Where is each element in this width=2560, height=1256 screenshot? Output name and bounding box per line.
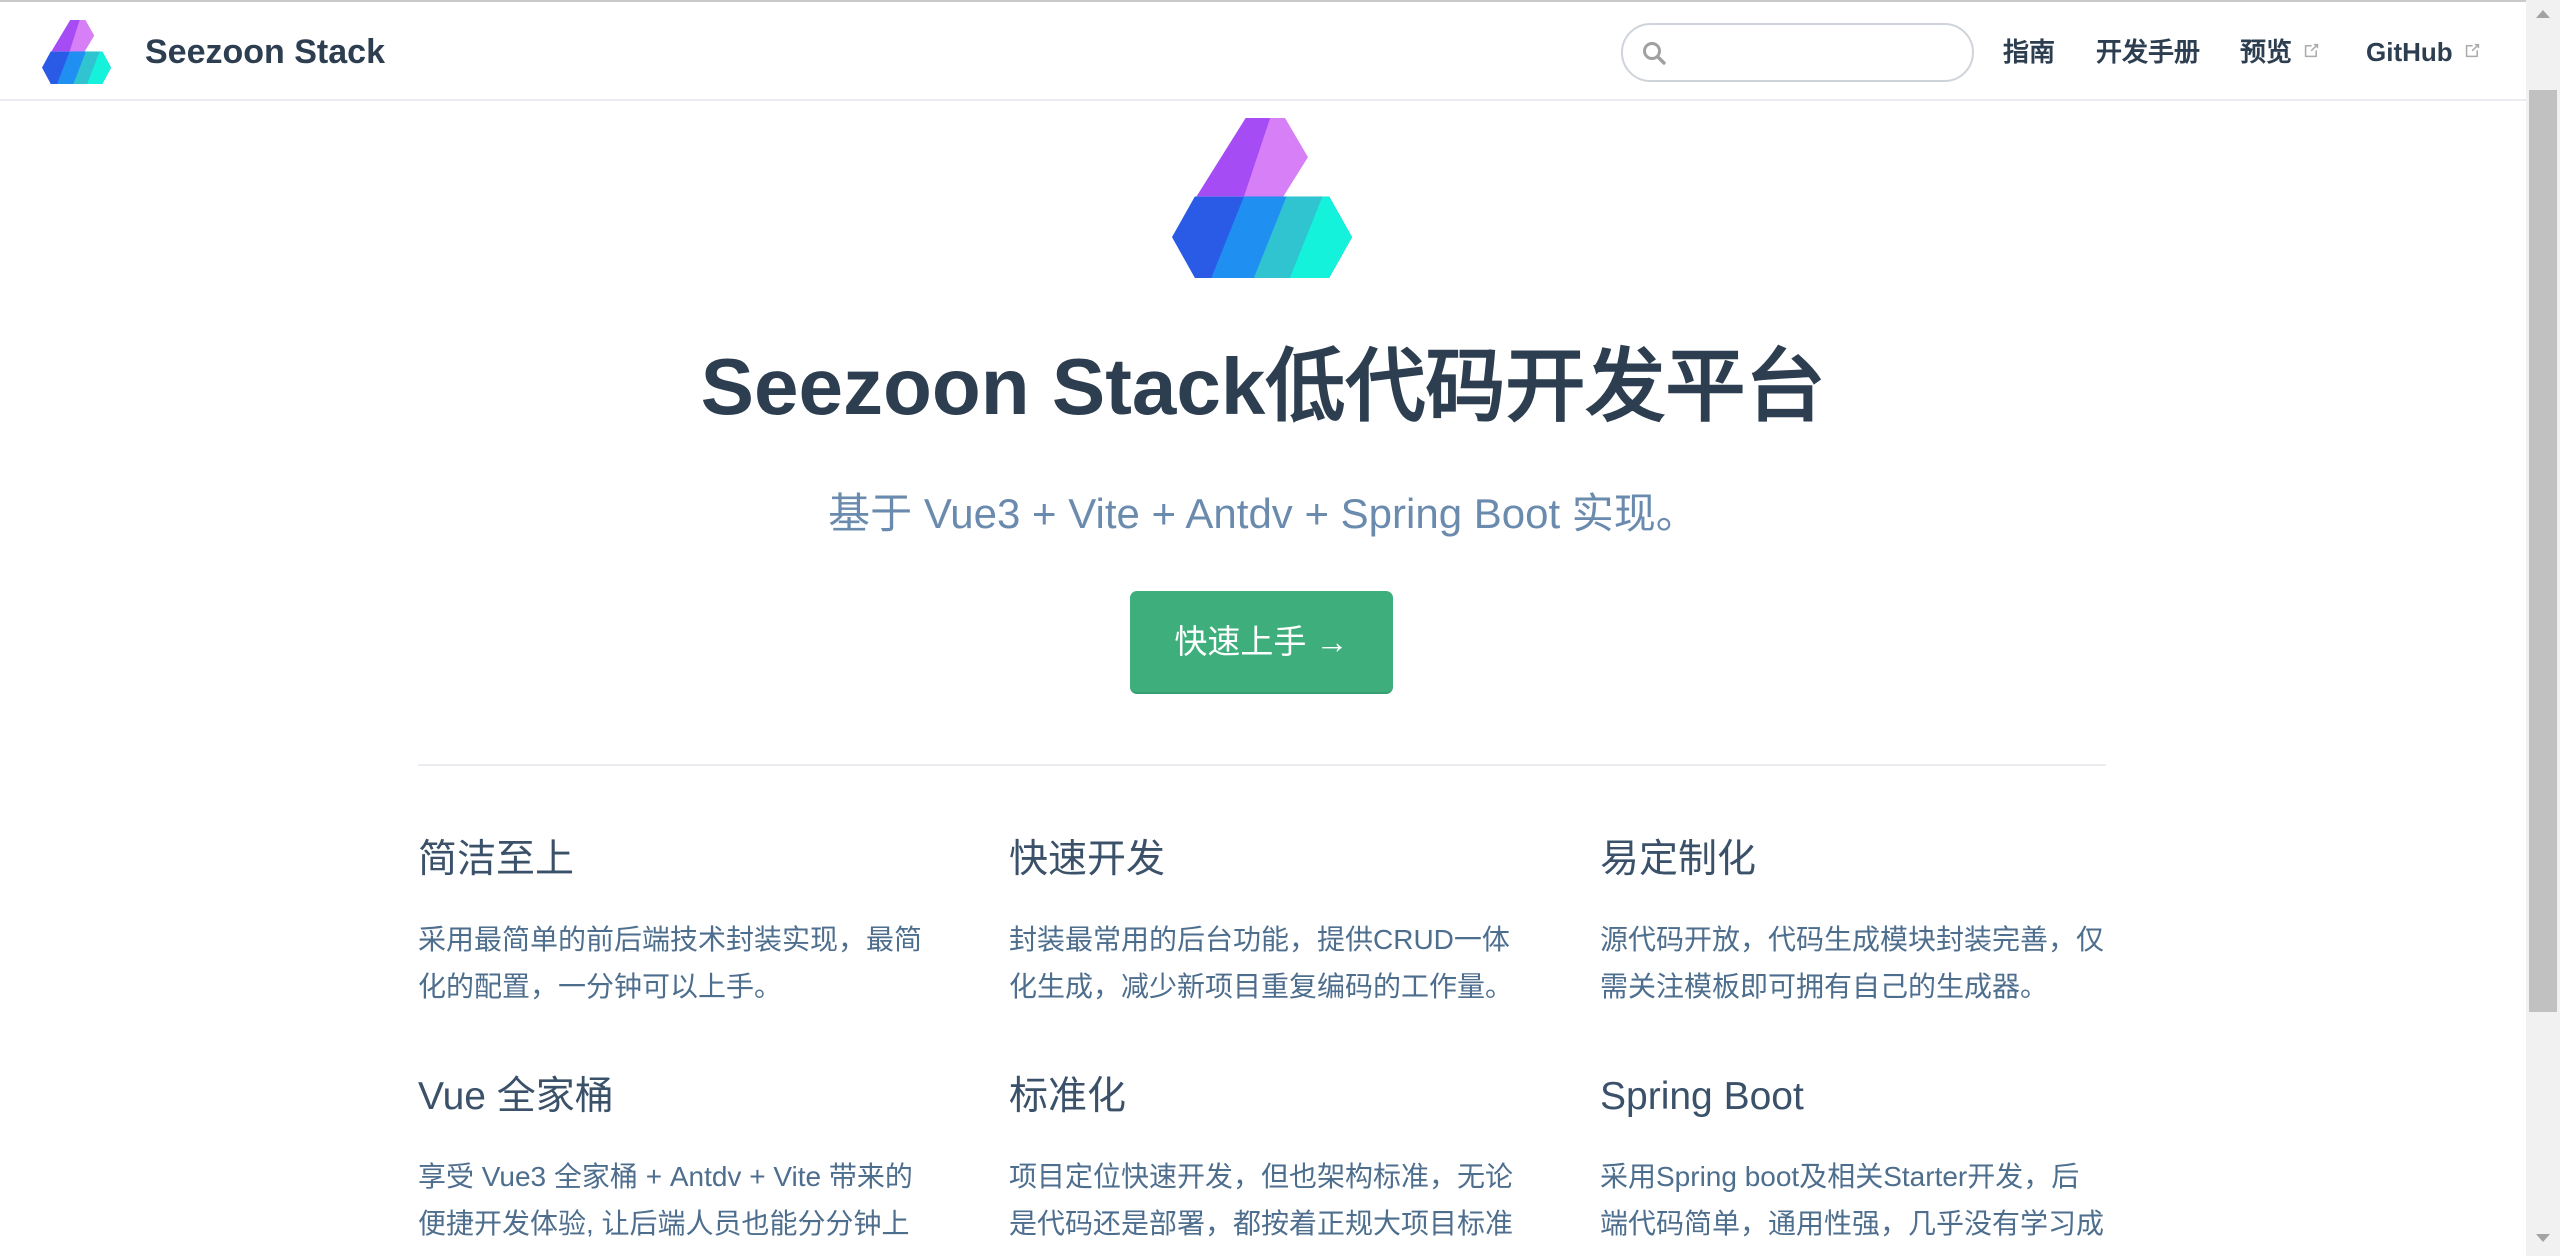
- feature-item: 快速开发 封装最常用的后台功能，提供CRUD一体 化生成，减少新项目重复编码的工…: [1009, 835, 1515, 1010]
- window-top-border: [0, 0, 2526, 2]
- feature-text-line: 采用Spring boot及相关Starter开发，后: [1600, 1161, 2080, 1192]
- external-link-icon: [2463, 41, 2482, 60]
- site-title: Seezoon Stack: [145, 33, 385, 71]
- feature-description: 封装最常用的后台功能，提供CRUD一体 化生成，减少新项目重复编码的工作量。: [1009, 916, 1515, 1010]
- feature-text-line: 源代码开放，代码生成模块封装完善，仅: [1600, 924, 2105, 955]
- nav-link-label: GitHub: [2366, 37, 2453, 67]
- logo-icon: [42, 20, 111, 84]
- feature-title: 快速开发: [1009, 838, 1166, 881]
- vertical-scrollbar[interactable]: [2526, 0, 2560, 1256]
- get-started-button[interactable]: 快速上手 →: [1130, 591, 1393, 694]
- nav-link-label: 指南: [2003, 37, 2056, 67]
- home-link[interactable]: Seezoon Stack: [0, 0, 400, 99]
- search-icon: [1641, 40, 1667, 66]
- search-input[interactable]: [1679, 25, 1959, 80]
- feature-item: 易定制化 源代码开放，代码生成模块封装完善，仅 需关注模板即可拥有自己的生成器。: [1600, 835, 2106, 1010]
- feature-text-line: 享受 Vue3 全家桶 + Antdv + Vite 带来的: [418, 1161, 913, 1192]
- feature-text-line: 需关注模板即可拥有自己的生成器。: [1600, 971, 2049, 1002]
- nav-link-preview[interactable]: 预览: [2240, 0, 2321, 99]
- feature-title: Vue 全家桶: [418, 1075, 614, 1118]
- feature-description: 享受 Vue3 全家桶 + Antdv + Vite 带来的 便捷开发体验, 让…: [418, 1153, 924, 1247]
- feature-text-line: 项目定位快速开发，但也架构标准，无论: [1009, 1161, 1514, 1192]
- navbar: Seezoon Stack 指南 开发手册 预览 GitHub: [0, 0, 2526, 101]
- feature-description: 项目定位快速开发，但也架构标准，无论 是代码还是部署，都按着正规大项目标准: [1009, 1153, 1515, 1247]
- divider: [418, 764, 2106, 766]
- feature-text-line: 是代码还是部署，都按着正规大项目标准: [1009, 1208, 1514, 1239]
- feature-text-line: 便捷开发体验, 让后端人员也能分分钟上: [418, 1208, 910, 1239]
- scroll-up-arrow-icon[interactable]: [2536, 10, 2550, 18]
- feature-text-line: 化生成，减少新项目重复编码的工作量。: [1009, 971, 1514, 1002]
- feature-description: 源代码开放，代码生成模块封装完善，仅 需关注模板即可拥有自己的生成器。: [1600, 916, 2106, 1010]
- feature-item: 简洁至上 采用最简单的前后端技术封装实现，最简 化的配置，一分钟可以上手。: [418, 835, 924, 1010]
- feature-description: 采用Spring boot及相关Starter开发，后 端代码简单，通用性强，几…: [1600, 1153, 2106, 1247]
- hero-title: Seezoon Stack低代码开发平台: [700, 342, 1826, 431]
- feature-text-line: 封装最常用的后台功能，提供CRUD一体: [1009, 924, 1510, 955]
- hero-logo-icon: [1172, 118, 1352, 278]
- feature-description: 采用最简单的前后端技术封装实现，最简 化的配置，一分钟可以上手。: [418, 916, 924, 1010]
- feature-title: 标准化: [1009, 1075, 1127, 1118]
- feature-text-line: 化的配置，一分钟可以上手。: [418, 971, 783, 1002]
- feature-item: Spring Boot 采用Spring boot及相关Starter开发，后 …: [1600, 1072, 2106, 1247]
- external-link-icon: [2302, 41, 2321, 60]
- nav-link-label: 开发手册: [2096, 37, 2201, 67]
- feature-item: Vue 全家桶 享受 Vue3 全家桶 + Antdv + Vite 带来的 便…: [418, 1072, 924, 1247]
- nav-link-guide[interactable]: 指南: [2003, 0, 2055, 99]
- feature-title: 易定制化: [1600, 838, 1757, 881]
- features: 简洁至上 采用最简单的前后端技术封装实现，最简 化的配置，一分钟可以上手。 快速…: [418, 835, 2106, 1247]
- scroll-down-arrow-icon[interactable]: [2536, 1234, 2550, 1242]
- feature-item: 标准化 项目定位快速开发，但也架构标准，无论 是代码还是部署，都按着正规大项目标…: [1009, 1072, 1515, 1247]
- hero-description: 基于 Vue3 + Vite + Antdv + Spring Boot 实现。: [828, 490, 1698, 537]
- feature-title: Spring Boot: [1600, 1075, 1804, 1118]
- search-box[interactable]: [1621, 23, 1974, 82]
- feature-text-line: 端代码简单，通用性强，几乎没有学习成: [1600, 1208, 2105, 1239]
- nav-link-label: 预览: [2240, 37, 2293, 67]
- nav-link-dev-manual[interactable]: 开发手册: [2096, 0, 2200, 99]
- nav-link-github[interactable]: GitHub: [2366, 0, 2482, 99]
- feature-text-line: 采用最简单的前后端技术封装实现，最简: [418, 924, 923, 955]
- scrollbar-thumb[interactable]: [2529, 90, 2557, 1012]
- feature-title: 简洁至上: [418, 838, 575, 881]
